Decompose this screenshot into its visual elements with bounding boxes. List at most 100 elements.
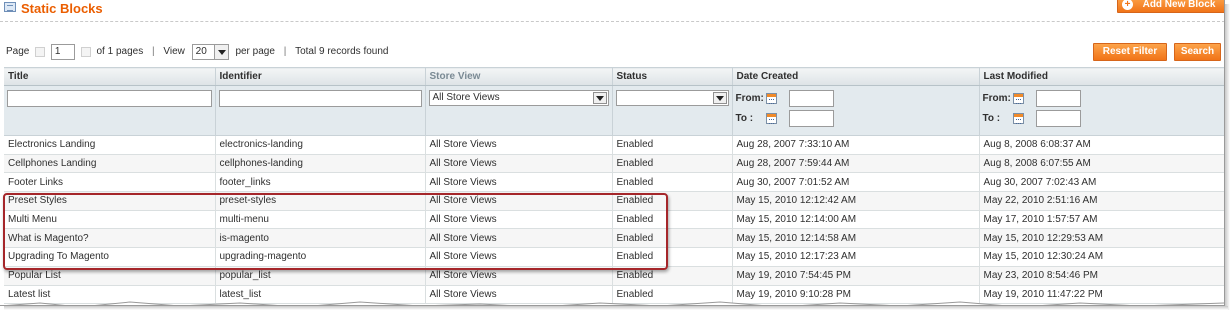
calendar-icon[interactable]: [765, 113, 777, 124]
cell-last-modified: May 15, 2010 12:29:53 AM: [979, 228, 1224, 249]
cell-title: Popular List: [4, 266, 216, 286]
cell-identifier: electronics-landing: [215, 135, 426, 155]
reset-filter-button[interactable]: Reset Filter: [1093, 43, 1167, 61]
cell-identifier: is-magento: [215, 228, 426, 249]
cell-last-modified: May 22, 2010 2:51:16 AM: [979, 191, 1224, 211]
table-row[interactable]: Popular List popular_list All Store View…: [4, 266, 1224, 286]
calendar-icon[interactable]: [765, 93, 777, 104]
table-row[interactable]: Preset Styles preset-styles All Store Vi…: [4, 191, 1224, 211]
cell-identifier: upgrading-magento: [215, 247, 426, 267]
filter-cell-identifier: [215, 85, 426, 136]
cell-last-modified: Aug 30, 2007 7:02:43 AM: [979, 172, 1224, 193]
of-pages-label: of 1 pages: [96, 46, 144, 57]
cell-status: Enabled: [612, 172, 733, 193]
to-label: To :: [982, 113, 1001, 124]
cell-identifier: multi-menu: [215, 210, 426, 230]
filter-cell-title: [4, 85, 216, 136]
previous-page-icon[interactable]: [35, 47, 46, 57]
cell-last-modified: Aug 8, 2008 6:07:55 AM: [979, 154, 1224, 174]
cell-identifier: footer_links: [215, 172, 426, 193]
cell-identifier: preset-styles: [215, 191, 426, 211]
cell-last-modified: Aug 8, 2008 6:08:37 AM: [979, 135, 1224, 155]
cell-title: Electronics Landing: [4, 135, 216, 155]
cell-store-view: All Store Views: [425, 228, 613, 249]
frame-shadow-right: [1225, 4, 1230, 310]
cell-identifier: popular_list: [215, 266, 426, 286]
cell-status: Enabled: [612, 154, 733, 174]
table-row[interactable]: Electronics Landing electronics-landing …: [4, 135, 1224, 155]
date-created-to-input[interactable]: [788, 110, 834, 127]
cell-date-created: May 15, 2010 12:14:00 AM: [732, 210, 980, 230]
pager: Page 1 of 1 pages | View 20 per page | T…: [6, 43, 388, 61]
last-modified-from-input[interactable]: [1035, 90, 1081, 107]
cell-store-view: All Store Views: [425, 266, 613, 286]
column-header-status[interactable]: Status: [612, 67, 733, 86]
blocks-grid: Title Identifier Store View Status Date …: [4, 67, 1224, 305]
cell-title: Upgrading To Magento: [4, 247, 216, 267]
calendar-icon[interactable]: [1012, 113, 1024, 124]
calendar-icon[interactable]: [1012, 93, 1024, 104]
chevron-down-icon: [592, 92, 607, 104]
pager-separator: |: [151, 46, 155, 57]
torn-edge: [6, 301, 1224, 305]
cell-store-view: All Store Views: [425, 135, 613, 155]
cell-date-created: May 19, 2010 7:54:45 PM: [732, 266, 980, 286]
cell-title: Preset Styles: [4, 191, 216, 211]
next-page-icon[interactable]: [80, 47, 91, 57]
filter-cell-last-modified: From: To :: [979, 85, 1224, 136]
grid-icon: [4, 2, 16, 12]
cell-identifier: cellphones-landing: [215, 154, 426, 174]
add-new-block-label: Add New Block: [1142, 0, 1216, 10]
chevron-down-icon: [712, 92, 727, 104]
cell-status: Enabled: [612, 191, 733, 211]
status-filter-select[interactable]: [615, 90, 729, 106]
cell-title: What is Magento?: [4, 228, 216, 249]
pager-separator: |: [283, 46, 287, 57]
column-header-last-modified[interactable]: Last Modified: [979, 67, 1224, 86]
cell-date-created: Aug 30, 2007 7:01:52 AM: [732, 172, 980, 193]
cell-status: Enabled: [612, 247, 733, 267]
last-modified-to-row: To :: [983, 110, 1223, 130]
column-header-title[interactable]: Title: [4, 67, 216, 86]
per-page-select[interactable]: 20: [191, 44, 229, 60]
table-row[interactable]: What is Magento? is-magento All Store Vi…: [4, 228, 1224, 249]
date-created-from-input[interactable]: [788, 90, 834, 107]
column-header-date-created[interactable]: Date Created: [732, 67, 980, 86]
page-header: Static Blocks + Add New Block: [0, 0, 1224, 22]
blocks-table: Title Identifier Store View Status Date …: [4, 67, 1224, 305]
table-row[interactable]: Multi Menu multi-menu All Store Views En…: [4, 210, 1224, 230]
total-records: Total 9 records found: [295, 46, 389, 57]
cell-last-modified: May 15, 2010 12:30:24 AM: [979, 247, 1224, 267]
cell-status: Enabled: [612, 135, 733, 155]
store-view-filter-select[interactable]: All Store Views: [428, 90, 609, 106]
table-row[interactable]: Upgrading To Magento upgrading-magento A…: [4, 247, 1224, 267]
page-label: Page: [6, 46, 30, 57]
column-header-identifier[interactable]: Identifier: [215, 67, 426, 86]
search-button[interactable]: Search: [1174, 43, 1221, 61]
last-modified-to-input[interactable]: [1035, 110, 1081, 127]
cell-store-view: All Store Views: [425, 191, 613, 211]
screenshot-frame: Static Blocks + Add New Block Page 1 of …: [0, 0, 1225, 306]
page-title: Static Blocks: [21, 1, 103, 16]
cell-date-created: May 15, 2010 12:17:23 AM: [732, 247, 980, 267]
filter-row: All Store Views From: To: From: To:: [4, 85, 1224, 136]
table-row[interactable]: Cellphones Landing cellphones-landing Al…: [4, 154, 1224, 174]
cell-date-created: May 15, 2010 12:14:58 AM: [732, 228, 980, 249]
title-filter-input[interactable]: [7, 90, 212, 107]
per-page-label: per page: [235, 46, 275, 57]
table-row[interactable]: Footer Links footer_links All Store View…: [4, 172, 1224, 193]
filter-cell-store-view: All Store Views: [425, 85, 613, 136]
chevron-down-icon: [213, 45, 228, 59]
add-new-block-button[interactable]: + Add New Block: [1117, 0, 1224, 13]
identifier-filter-input[interactable]: [218, 90, 422, 107]
store-view-filter-value: All Store Views: [432, 92, 500, 103]
cell-status: Enabled: [612, 228, 733, 249]
page-number-input[interactable]: 1: [50, 44, 75, 60]
plus-icon: +: [1122, 0, 1133, 10]
cell-store-view: All Store Views: [425, 247, 613, 267]
view-label: View: [163, 46, 185, 57]
cell-date-created: Aug 28, 2007 7:59:44 AM: [732, 154, 980, 174]
from-label: From:: [982, 93, 1011, 104]
filter-cell-date-created: From: To :: [732, 85, 980, 136]
from-label: From:: [735, 93, 764, 104]
